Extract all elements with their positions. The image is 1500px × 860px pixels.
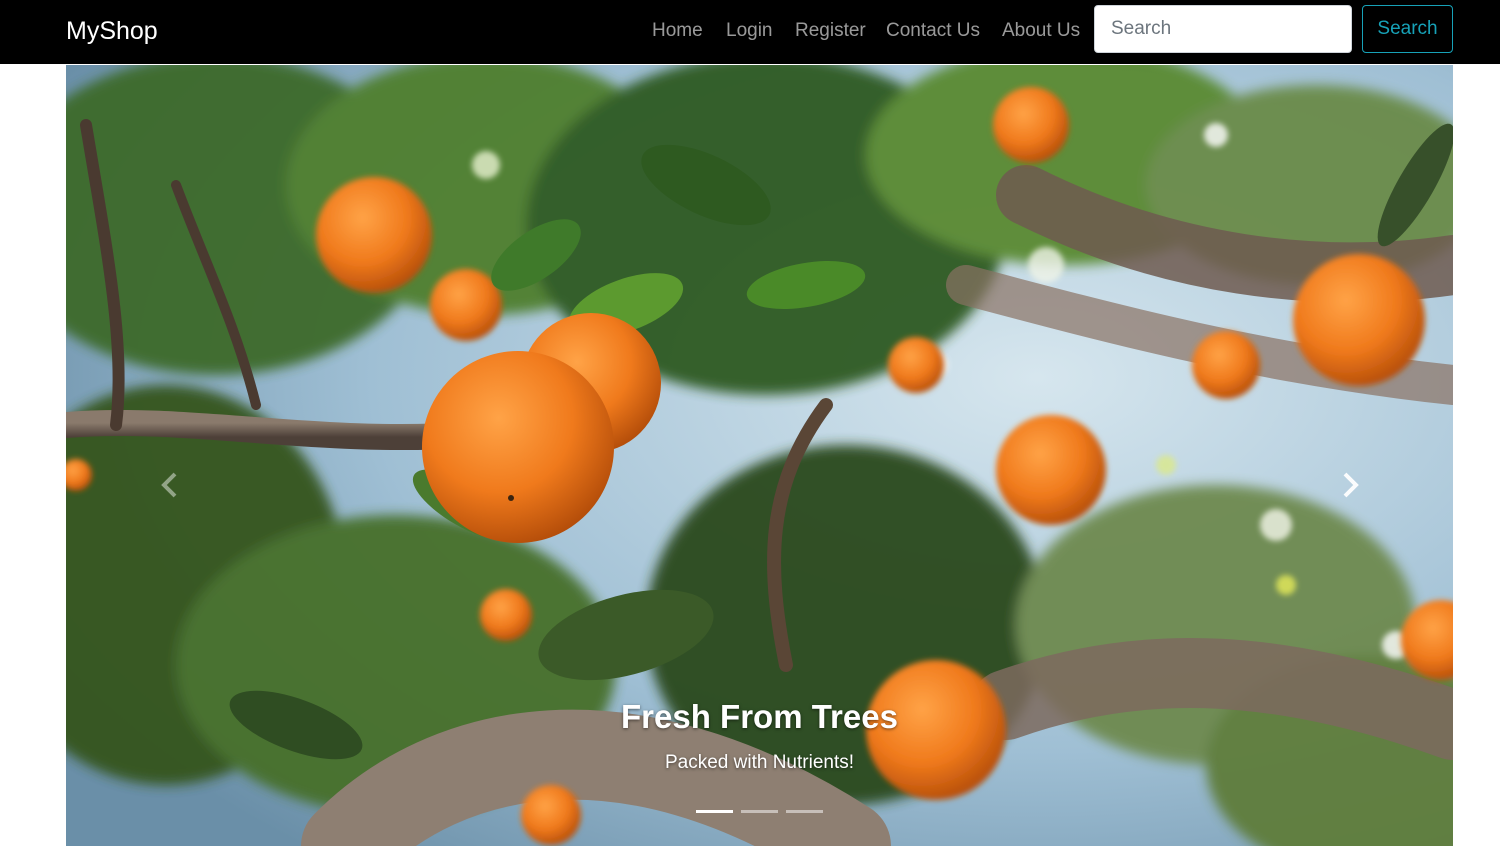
- carousel-indicators: [696, 810, 823, 814]
- nav-link-register[interactable]: Register: [795, 18, 866, 44]
- search-input[interactable]: [1094, 5, 1352, 53]
- chevron-left-icon: [161, 472, 177, 498]
- nav-link-home[interactable]: Home: [652, 18, 703, 44]
- image-carousel: Fresh From Trees Packed with Nutrients!: [66, 65, 1453, 846]
- carousel-next-control[interactable]: [1336, 465, 1364, 505]
- nav-link-login[interactable]: Login: [726, 18, 773, 44]
- carousel-indicator-2[interactable]: [741, 810, 778, 813]
- nav-link-about-us[interactable]: About Us: [1002, 18, 1080, 44]
- search-button[interactable]: Search: [1362, 5, 1453, 53]
- nav-link-contact-us[interactable]: Contact Us: [886, 18, 980, 44]
- brand-logo[interactable]: MyShop: [66, 14, 158, 48]
- slide-caption: Packed with Nutrients!: [664, 752, 855, 773]
- carousel-indicator-3[interactable]: [786, 810, 823, 813]
- top-navbar: MyShop Home Login Register Contact Us Ab…: [0, 0, 1500, 64]
- carousel-prev-control[interactable]: [156, 465, 184, 505]
- slide-title: Fresh From Trees: [621, 698, 898, 735]
- carousel-indicator-1[interactable]: [696, 810, 733, 813]
- chevron-right-icon: [1343, 472, 1359, 498]
